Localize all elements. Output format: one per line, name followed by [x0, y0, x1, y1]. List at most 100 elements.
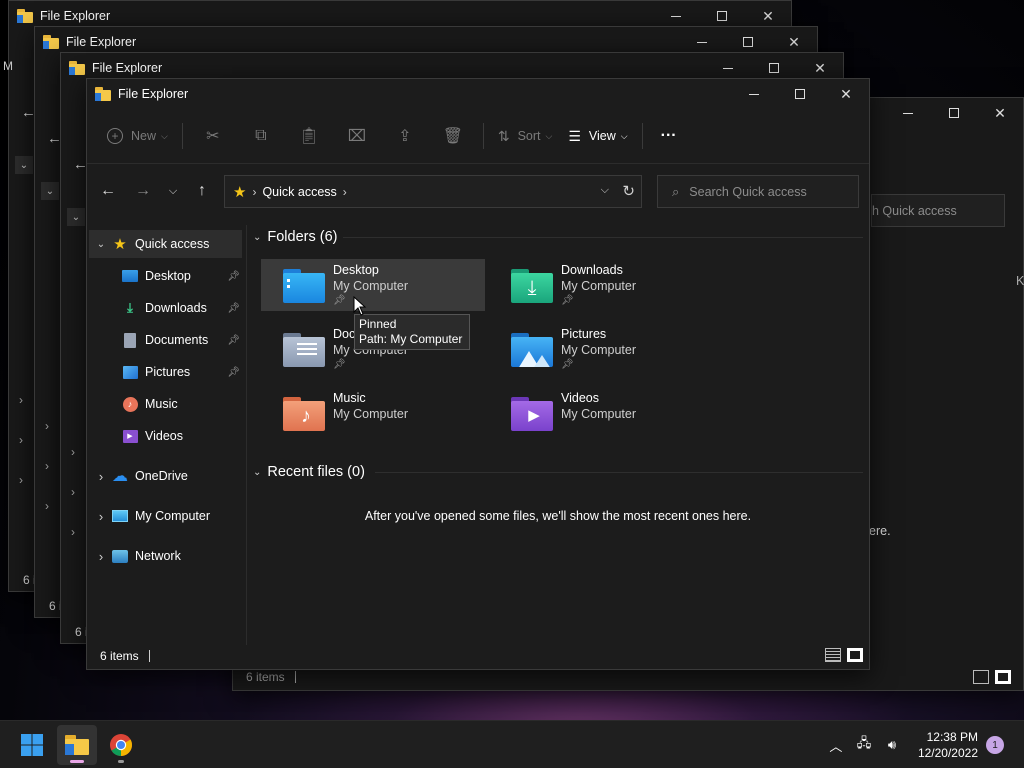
- up-arrow-icon[interactable]: ↑: [190, 181, 214, 201]
- folders-group-header[interactable]: ⌄ Folders (6): [253, 225, 338, 249]
- new-button[interactable]: + New ⌵: [99, 120, 176, 152]
- start-button[interactable]: [12, 725, 52, 765]
- minimize-button[interactable]: [885, 98, 931, 128]
- sidebar-item-label: Downloads: [145, 301, 207, 315]
- close-button[interactable]: ✕: [977, 98, 1023, 128]
- back-arrow-icon[interactable]: ←: [96, 181, 120, 201]
- recent-locations-chevron-icon[interactable]: ⌵: [161, 181, 185, 201]
- address-bar[interactable]: ★ › Quick access › ⌵ ↻: [224, 175, 642, 208]
- sidebar-item-my-computer[interactable]: › My Computer: [89, 502, 242, 530]
- file-explorer-window[interactable]: File Explorer ✕ + New ⌵ ✂ ⧉ 📋︎ ⌧ ⇪ 🗑︎ ⇅ …: [86, 78, 870, 670]
- copy-icon[interactable]: ⧉: [249, 124, 273, 148]
- collapsed-chevron-icon[interactable]: ›: [19, 433, 23, 447]
- details-view-button[interactable]: [973, 670, 989, 684]
- window-title: File Explorer: [66, 35, 137, 49]
- maximize-button[interactable]: [931, 98, 977, 128]
- sidebar-item-music[interactable]: ♪ Music: [89, 390, 242, 418]
- divider: [375, 472, 863, 473]
- folder-tile-pictures[interactable]: Pictures My Computer 📌︎: [489, 323, 713, 375]
- collapsed-chevron-icon[interactable]: ›: [71, 445, 75, 459]
- tiles-view-button[interactable]: [847, 648, 863, 662]
- network-status-icon[interactable]: 🖧︎: [852, 733, 876, 757]
- collapsed-chevron-icon[interactable]: ›: [71, 525, 75, 539]
- expand-chevron-icon[interactable]: ⌄: [41, 182, 59, 200]
- clock[interactable]: 12:38 PM 12/20/2022: [918, 729, 978, 761]
- network-icon: [111, 548, 129, 564]
- cut-icon[interactable]: ✂: [201, 124, 225, 148]
- taskbar-file-explorer[interactable]: [57, 725, 97, 765]
- folder-text: Videos My Computer: [561, 391, 636, 422]
- window-fragment-text: K: [1016, 274, 1024, 288]
- sidebar-item-label: Network: [135, 549, 181, 563]
- address-history-chevron-icon[interactable]: ⌵: [601, 184, 609, 197]
- folder-tile-desktop[interactable]: Desktop My Computer 📌︎: [261, 259, 485, 311]
- volume-icon[interactable]: 🔊︎: [880, 733, 904, 757]
- recent-files-group-header[interactable]: ⌄ Recent files (0): [253, 460, 365, 484]
- sidebar-item-label: Quick access: [135, 237, 210, 251]
- folder-tile-downloads[interactable]: ⤓ Downloads My Computer 📌︎: [489, 259, 713, 311]
- breadcrumb-chevron-icon[interactable]: ›: [252, 185, 256, 199]
- window-fragment-text: M: [3, 59, 13, 73]
- see-more-button[interactable]: ···: [653, 120, 685, 152]
- delete-icon[interactable]: 🗑︎: [441, 124, 465, 148]
- collapsed-chevron-icon[interactable]: ›: [71, 485, 75, 499]
- folder-tile-videos[interactable]: ▶ Videos My Computer: [489, 387, 713, 439]
- sidebar-item-label: My Computer: [135, 509, 211, 523]
- minimize-button[interactable]: [731, 79, 777, 109]
- folder-path: My Computer: [561, 407, 637, 421]
- empty-message-fragment: ere.: [869, 524, 891, 538]
- videos-icon: ▶: [121, 428, 139, 444]
- collapsed-chevron-icon[interactable]: ›: [45, 419, 49, 433]
- expand-chevron-icon[interactable]: ⌄: [15, 156, 33, 174]
- collapsed-chevron-icon[interactable]: ›: [45, 459, 49, 473]
- maximize-button[interactable]: [777, 79, 823, 109]
- chevron-down-icon: ⌵: [545, 130, 553, 141]
- close-button[interactable]: ✕: [823, 79, 869, 109]
- sidebar-item-documents[interactable]: Documents 📌︎: [89, 326, 242, 354]
- expand-chevron-icon[interactable]: ⌄: [67, 208, 85, 226]
- mouse-cursor-icon: [353, 296, 367, 316]
- search-icon: ⌕: [672, 183, 680, 199]
- sidebar-item-desktop[interactable]: Desktop 📌︎: [89, 262, 242, 290]
- pane-splitter[interactable]: [246, 225, 247, 645]
- details-view-button[interactable]: [825, 648, 841, 662]
- forward-arrow-icon[interactable]: →: [131, 181, 155, 201]
- breadcrumb-chevron-icon[interactable]: ›: [343, 185, 347, 199]
- sidebar-item-downloads[interactable]: ⤓ Downloads 📌︎: [89, 294, 242, 322]
- divider: [343, 237, 863, 238]
- rename-icon[interactable]: ⌧: [345, 124, 369, 148]
- collapsed-chevron-icon[interactable]: ›: [19, 473, 23, 487]
- chevron-right-icon[interactable]: ›: [91, 469, 111, 484]
- refresh-icon[interactable]: ↻: [622, 182, 635, 200]
- sidebar-item-onedrive[interactable]: › ☁ OneDrive: [89, 462, 242, 490]
- sort-button[interactable]: ⇅ Sort ⌵: [490, 120, 561, 152]
- chevron-right-icon[interactable]: ›: [91, 549, 111, 564]
- navigation-pane: ⌄ ★ Quick access Desktop 📌︎ ⤓ Downloads …: [87, 225, 247, 645]
- pin-icon: 📌︎: [561, 295, 574, 306]
- collapsed-chevron-icon[interactable]: ›: [45, 499, 49, 513]
- search-box[interactable]: h Quick access: [871, 194, 1005, 227]
- breadcrumb-quick-access[interactable]: Quick access: [262, 185, 336, 199]
- folder-tile-music[interactable]: ♪ Music My Computer: [261, 387, 485, 439]
- view-button[interactable]: ☰ View ⌵: [560, 120, 635, 152]
- collapsed-chevron-icon[interactable]: ›: [19, 393, 23, 407]
- show-hidden-icons-chevron-icon[interactable]: ︿: [824, 733, 848, 757]
- chevron-down-icon[interactable]: ⌄: [91, 239, 111, 250]
- music-icon: ♪: [121, 396, 139, 412]
- taskbar-chrome[interactable]: [101, 725, 141, 765]
- search-box[interactable]: ⌕: [657, 175, 859, 208]
- notification-badge[interactable]: 1: [986, 736, 1004, 754]
- chevron-right-icon[interactable]: ›: [91, 509, 111, 524]
- sidebar-item-network[interactable]: › Network: [89, 542, 242, 570]
- documents-folder-icon: [283, 331, 327, 367]
- tiles-view-button[interactable]: [995, 670, 1011, 684]
- paste-icon[interactable]: 📋︎: [297, 124, 321, 148]
- pin-icon: 📌︎: [333, 359, 346, 370]
- command-bar: + New ⌵ ✂ ⧉ 📋︎ ⌧ ⇪ 🗑︎ ⇅ Sort ⌵ ☰ View ⌵ …: [87, 109, 869, 164]
- search-input[interactable]: [689, 184, 850, 199]
- sidebar-item-pictures[interactable]: Pictures 📌︎: [89, 358, 242, 386]
- pin-icon: 📌︎: [227, 302, 240, 314]
- share-icon[interactable]: ⇪: [393, 124, 417, 148]
- sidebar-item-videos[interactable]: ▶ Videos: [89, 422, 242, 450]
- sidebar-item-quick-access[interactable]: ⌄ ★ Quick access: [89, 230, 242, 258]
